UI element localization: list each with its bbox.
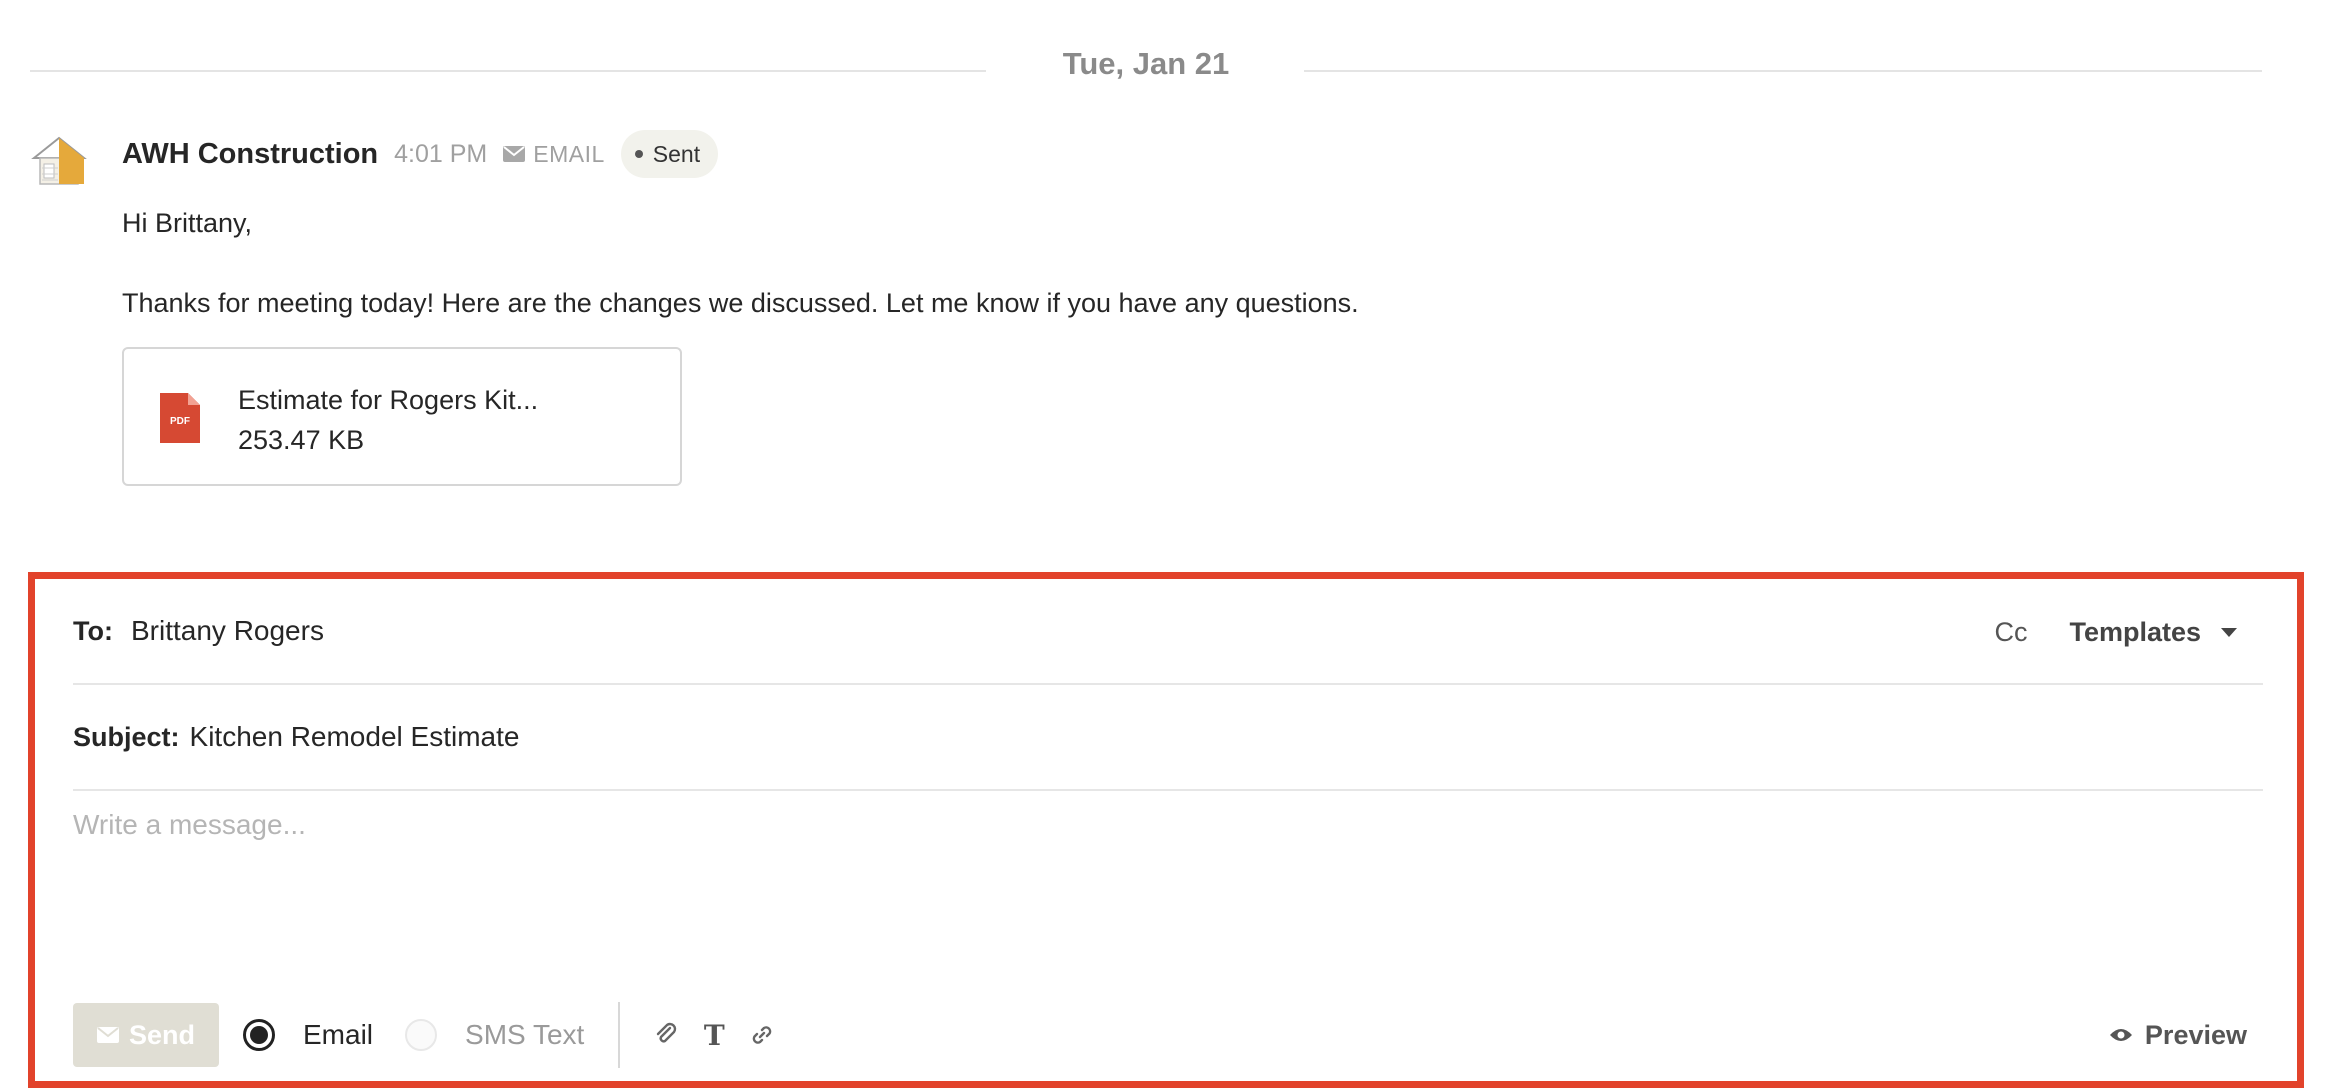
to-label: To: bbox=[73, 615, 113, 646]
templates-dropdown[interactable]: Templates bbox=[2069, 617, 2237, 648]
pdf-file-icon: PDF bbox=[160, 393, 200, 443]
sms-radio[interactable] bbox=[405, 1019, 438, 1051]
status-label: Sent bbox=[652, 140, 701, 167]
envelope-icon bbox=[503, 146, 526, 162]
channel-option-email[interactable]: Email bbox=[243, 1019, 373, 1051]
composer-toolbar: Send Email SMS Text T Preview bbox=[73, 997, 2263, 1073]
date-divider: Tue, Jan 21 bbox=[30, 46, 2262, 86]
subject-label: Subject: bbox=[73, 721, 180, 752]
attachment-name: Estimate for Rogers Kit... bbox=[238, 385, 539, 415]
attachment-size: 253.47 KB bbox=[238, 425, 365, 455]
channel-indicator: EMAIL bbox=[503, 141, 605, 168]
to-row-actions: Cc Templates bbox=[1994, 579, 2237, 685]
message-input[interactable] bbox=[73, 809, 2223, 929]
pdf-icon-label: PDF bbox=[170, 416, 190, 427]
attachment-card[interactable]: PDF Estimate for Rogers Kit... 253.47 KB bbox=[122, 347, 682, 486]
send-label: Send bbox=[128, 1019, 195, 1050]
divider-line bbox=[30, 70, 986, 72]
subject-row: Subject: Kitchen Remodel Estimate bbox=[73, 685, 2263, 791]
email-radio[interactable] bbox=[243, 1019, 275, 1051]
eye-icon bbox=[2109, 1029, 2132, 1041]
company-avatar bbox=[28, 132, 90, 188]
radio-selected-dot bbox=[250, 1026, 268, 1044]
status-dot-icon bbox=[634, 150, 643, 158]
message-header: AWH Construction 4:01 PM EMAIL Sent bbox=[122, 130, 719, 178]
preview-button[interactable]: Preview bbox=[2109, 1020, 2247, 1051]
text-format-icon[interactable]: T bbox=[698, 1019, 730, 1052]
recipient-field[interactable]: Brittany Rogers bbox=[131, 615, 324, 647]
attachment-icon[interactable] bbox=[650, 1019, 682, 1051]
cc-button[interactable]: Cc bbox=[1994, 617, 2027, 648]
status-badge: Sent bbox=[620, 130, 719, 178]
channel-option-sms[interactable]: SMS Text bbox=[405, 1019, 584, 1051]
to-row: To: Brittany Rogers Cc Templates bbox=[73, 579, 2263, 685]
link-icon[interactable] bbox=[746, 1019, 778, 1051]
subject-field[interactable]: Kitchen Remodel Estimate bbox=[190, 721, 520, 753]
caret-down-icon bbox=[2221, 627, 2237, 637]
envelope-icon bbox=[96, 1027, 119, 1043]
message-greeting: Hi Brittany, bbox=[122, 208, 253, 238]
date-label: Tue, Jan 21 bbox=[1062, 46, 1230, 81]
message-time: 4:01 PM bbox=[394, 139, 488, 168]
toolbar-divider bbox=[618, 1002, 621, 1068]
email-composer: To: Brittany Rogers Cc Templates Subject… bbox=[28, 572, 2304, 1088]
divider-line bbox=[1304, 70, 2262, 72]
email-radio-label: Email bbox=[303, 1019, 374, 1050]
message-body: Thanks for meeting today! Here are the c… bbox=[122, 288, 1359, 318]
sender-name: AWH Construction bbox=[122, 137, 379, 170]
templates-label: Templates bbox=[2069, 616, 2201, 647]
send-button[interactable]: Send bbox=[73, 1003, 219, 1067]
channel-label: EMAIL bbox=[533, 140, 605, 167]
preview-label: Preview bbox=[2144, 1019, 2247, 1050]
sms-radio-label: SMS Text bbox=[465, 1019, 585, 1050]
